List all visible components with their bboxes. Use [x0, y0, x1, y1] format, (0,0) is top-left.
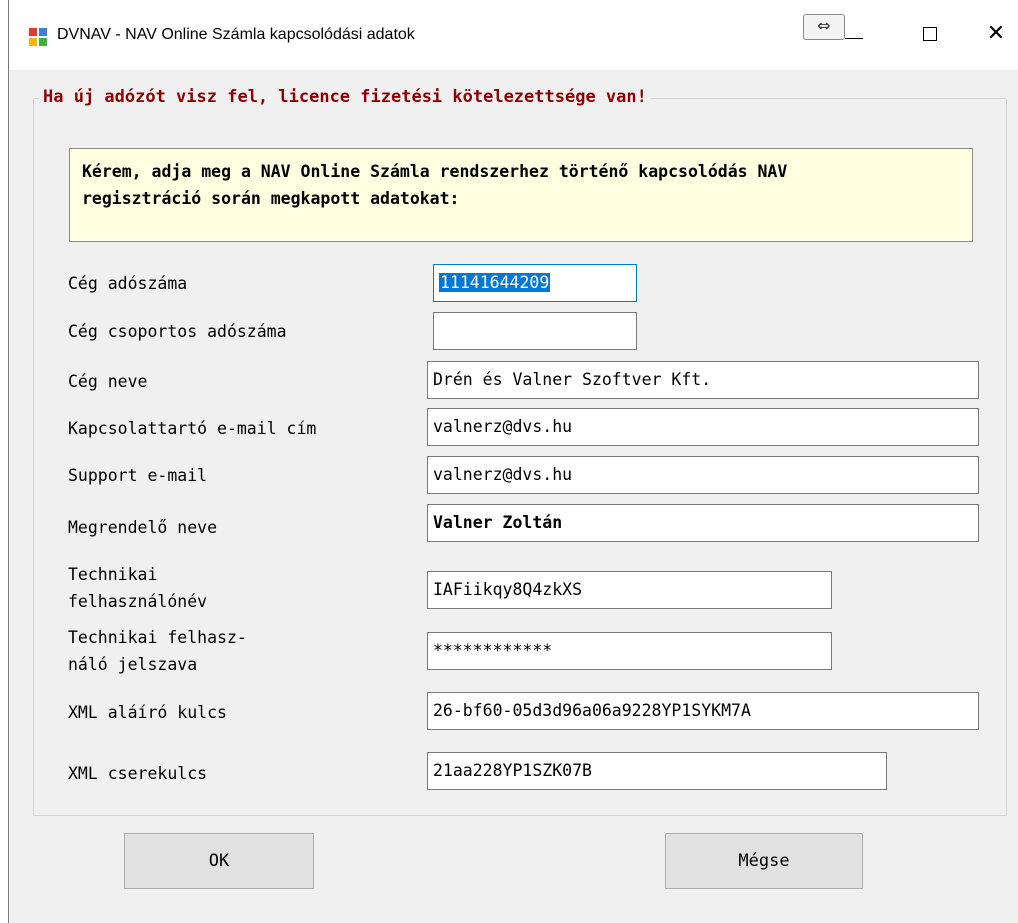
tech-user-label: Technikai felhasználónév	[68, 561, 207, 615]
customer-name-input[interactable]: Valner Zoltán	[427, 504, 979, 542]
contact-email-label: Kapcsolattartó e-mail cím	[68, 419, 317, 438]
xml-sign-key-input[interactable]: 26-bf60-05d3d96a06a9228YP1SYKM7A	[427, 692, 979, 730]
tech-password-label-line-1: Technikai felhasz-	[68, 628, 247, 647]
ok-button[interactable]: OK	[124, 833, 314, 889]
window-title: DVNAV - NAV Online Számla kapcsolódási a…	[57, 26, 415, 43]
resize-toggle-button[interactable]: ⇔	[803, 14, 845, 40]
group-tax-number-input[interactable]	[433, 312, 637, 350]
xml-sign-key-label: XML aláíró kulcs	[68, 703, 227, 722]
instruction-box: Kérem, adja meg a NAV Online Számla rend…	[69, 148, 973, 242]
tech-password-input[interactable]: ************	[427, 632, 832, 670]
support-email-input[interactable]: valnerz@dvs.hu	[427, 456, 979, 494]
tech-password-label: Technikai felhasz- náló jelszava	[68, 624, 247, 678]
license-warning-legend: Ha új adózót visz fel, licence fizetési …	[39, 87, 651, 107]
support-email-label: Support e-mail	[68, 466, 208, 485]
xml-exchange-key-label: XML cserekulcs	[68, 764, 208, 783]
company-name-input[interactable]: Drén és Valner Szoftver Kft.	[427, 361, 979, 399]
contact-email-input[interactable]: valnerz@dvs.hu	[427, 408, 979, 446]
xml-exchange-key-input[interactable]: 21aa228YP1SZK07B	[427, 752, 887, 790]
customer-name-label: Megrendelő neve	[68, 518, 218, 537]
maximize-button[interactable]	[923, 27, 937, 41]
tech-password-label-line-2: náló jelszava	[68, 655, 198, 674]
tech-user-label-line-1: Technikai	[68, 565, 158, 584]
cancel-button[interactable]: Mégse	[665, 833, 863, 889]
minimize-button[interactable]	[845, 38, 863, 39]
tax-number-value: 11141644209	[439, 273, 551, 292]
tax-number-label: Cég adószáma	[68, 274, 188, 293]
company-name-label: Cég neve	[68, 372, 148, 391]
instruction-line-2: regisztráció során megkapott adatokat:	[82, 189, 460, 208]
tech-user-label-line-2: felhasználónév	[68, 592, 208, 611]
dialog-window: DVNAV - NAV Online Számla kapcsolódási a…	[8, 0, 1018, 923]
instruction-line-1: Kérem, adja meg a NAV Online Számla rend…	[82, 162, 788, 181]
tech-user-input[interactable]: IAFiikqy8Q4zkXS	[427, 571, 832, 609]
close-button[interactable]: ✕	[973, 14, 1018, 54]
group-tax-number-label: Cég csoportos adószáma	[68, 322, 287, 341]
app-icon	[29, 28, 47, 46]
tax-number-input[interactable]: 11141644209	[433, 264, 637, 302]
title-bar[interactable]: DVNAV - NAV Online Számla kapcsolódási a…	[9, 0, 1018, 70]
